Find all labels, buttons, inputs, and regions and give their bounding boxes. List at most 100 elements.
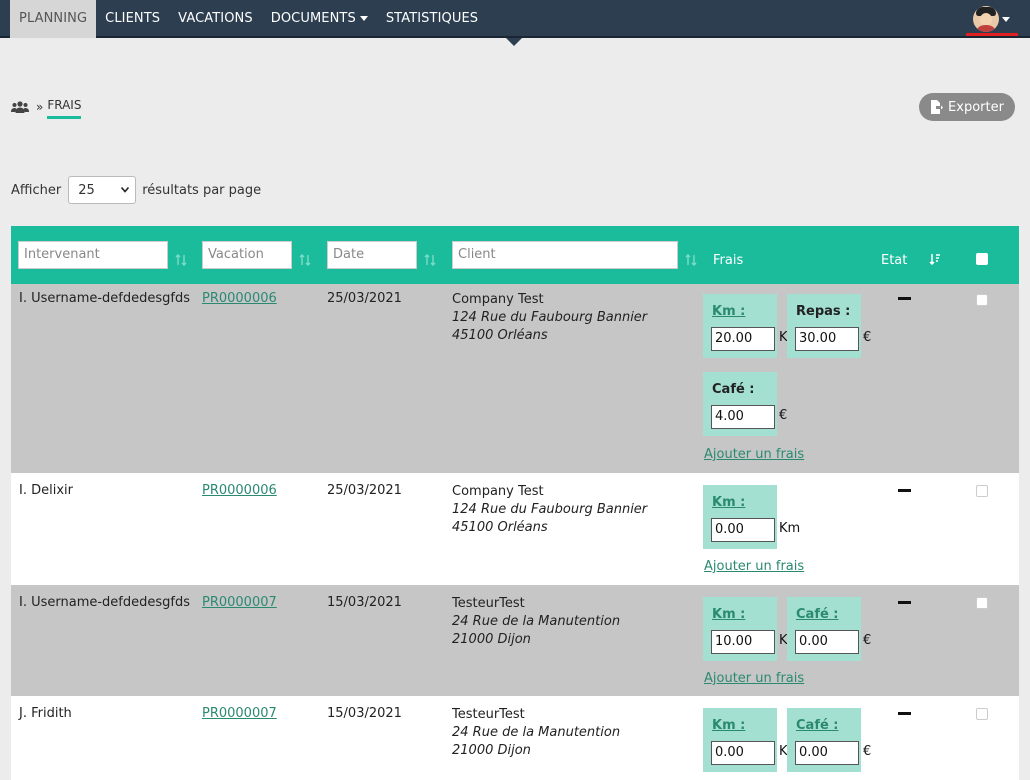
filter-client-input[interactable]: Client bbox=[452, 241, 678, 269]
row-intervenant: I. Delixir bbox=[19, 483, 73, 498]
table-header: Intervenant Vacation Date Client Frais E… bbox=[11, 226, 1019, 284]
table-row: I. Username-defdedesgfds PR0000006 25/03… bbox=[11, 284, 1019, 473]
row-vacation-link[interactable]: PR0000006 bbox=[202, 483, 277, 498]
sort-icon[interactable] bbox=[424, 254, 436, 266]
client-city: 45100 Orléans bbox=[452, 328, 548, 343]
frais-cafe-unit: € bbox=[863, 744, 872, 759]
row-vacation-link[interactable]: PR0000006 bbox=[202, 291, 277, 306]
users-icon[interactable] bbox=[11, 100, 29, 113]
table-row: J. Fridith PR0000007 15/03/2021 TesteurT… bbox=[11, 696, 1019, 780]
row-client: Company Test 124 Rue du Faubourg Bannier… bbox=[452, 291, 647, 345]
frais-km: Km : 0.00 bbox=[703, 485, 777, 549]
frais-km-label[interactable]: Km : bbox=[712, 495, 745, 510]
etat-dash bbox=[898, 489, 911, 492]
nav-item-planning[interactable]: PLANNING bbox=[10, 0, 97, 38]
breadcrumb-current: FRAIS bbox=[47, 98, 82, 119]
frais-cafe-input[interactable]: 0.00 bbox=[795, 630, 859, 654]
frais-table: Intervenant Vacation Date Client Frais E… bbox=[11, 226, 1019, 780]
client-city: 45100 Orléans bbox=[452, 520, 548, 535]
client-street: 24 Rue de la Manutention bbox=[452, 725, 621, 740]
frais-cafe: Café : 0.00 bbox=[787, 597, 861, 661]
table-row: I. Username-defdedesgfds PR0000007 15/03… bbox=[11, 585, 1019, 696]
add-frais-link[interactable]: Ajouter un frais bbox=[704, 447, 804, 462]
frais-repas-label: Repas : bbox=[796, 304, 851, 319]
breadcrumb: » FRAIS bbox=[11, 94, 82, 119]
export-button[interactable]: Exporter bbox=[919, 93, 1015, 121]
length-prefix: Afficher bbox=[11, 182, 62, 198]
client-name: TesteurTest bbox=[452, 596, 525, 611]
sort-desc-icon[interactable] bbox=[929, 253, 941, 265]
frais-cafe-unit: € bbox=[779, 408, 788, 423]
nav-item-documents[interactable]: DOCUMENTS bbox=[262, 0, 377, 38]
frais-list: Km : 10.00 K Café : 0.00 € bbox=[703, 597, 883, 667]
user-avatar[interactable] bbox=[973, 6, 999, 32]
client-name: Company Test bbox=[452, 484, 544, 499]
add-frais-link[interactable]: Ajouter un frais bbox=[704, 559, 804, 574]
row-intervenant: I. Username-defdedesgfds bbox=[19, 595, 191, 610]
etat-dash bbox=[898, 712, 911, 715]
frais-cafe-input[interactable]: 4.00 bbox=[711, 405, 775, 429]
nav-item-statistiques[interactable]: STATISTIQUES bbox=[377, 0, 487, 38]
frais-cafe-label[interactable]: Café : bbox=[796, 607, 839, 622]
row-checkbox[interactable] bbox=[976, 485, 988, 497]
client-name: TesteurTest bbox=[452, 707, 525, 722]
table-row: I. Delixir PR0000006 25/03/2021 Company … bbox=[11, 473, 1019, 585]
nav-item-clients[interactable]: CLIENTS bbox=[96, 0, 169, 38]
nav-menu: PLANNING CLIENTS VACATIONS DOCUMENTS STA… bbox=[10, 0, 487, 38]
frais-km-input[interactable]: 0.00 bbox=[711, 741, 775, 765]
client-street: 124 Rue du Faubourg Bannier bbox=[452, 310, 648, 325]
row-intervenant: I. Username-defdedesgfds bbox=[19, 291, 191, 306]
sort-icon[interactable] bbox=[299, 254, 311, 266]
frais-km: Km : 20.00 bbox=[703, 294, 777, 358]
client-street: 24 Rue de la Manutention bbox=[452, 614, 621, 629]
row-date: 25/03/2021 bbox=[327, 483, 402, 498]
sort-icon[interactable] bbox=[175, 254, 187, 266]
row-vacation-link[interactable]: PR0000007 bbox=[202, 595, 277, 610]
chevron-down-icon bbox=[1002, 17, 1010, 22]
breadcrumb-separator: » bbox=[36, 99, 44, 114]
nav-item-vacations[interactable]: VACATIONS bbox=[169, 0, 262, 38]
filter-intervenant-input[interactable]: Intervenant bbox=[18, 241, 168, 269]
frais-km-label[interactable]: Km : bbox=[712, 607, 745, 622]
client-street: 124 Rue du Faubourg Bannier bbox=[452, 502, 648, 517]
frais-cafe: Café : 0.00 bbox=[787, 708, 861, 772]
user-menu[interactable] bbox=[966, 4, 1018, 36]
sort-icon[interactable] bbox=[685, 254, 697, 266]
frais-cafe-input[interactable]: 0.00 bbox=[795, 741, 859, 765]
active-nav-pointer bbox=[506, 38, 522, 46]
frais-list: Km : 0.00 Km bbox=[703, 485, 883, 555]
filter-date-input[interactable]: Date bbox=[327, 241, 417, 269]
add-frais-link[interactable]: Ajouter un frais bbox=[704, 671, 804, 686]
row-client: TesteurTest 24 Rue de la Manutention 210… bbox=[452, 706, 620, 760]
row-intervenant: J. Fridith bbox=[19, 706, 72, 721]
frais-list: Km : 0.00 K Café : 0.00 € bbox=[703, 708, 883, 778]
frais-km-label[interactable]: Km : bbox=[712, 718, 745, 733]
page-length-value: 25 bbox=[78, 182, 95, 198]
header-etat[interactable]: Etat bbox=[881, 253, 907, 268]
client-name: Company Test bbox=[452, 292, 544, 307]
select-all-checkbox[interactable] bbox=[976, 253, 988, 265]
row-vacation-link[interactable]: PR0000007 bbox=[202, 706, 277, 721]
frais-km-label[interactable]: Km : bbox=[712, 304, 745, 319]
frais-km-input[interactable]: 20.00 bbox=[711, 327, 775, 351]
frais-km-input[interactable]: 0.00 bbox=[711, 518, 775, 542]
frais-km-unit: Km bbox=[779, 521, 801, 536]
row-date: 15/03/2021 bbox=[327, 595, 402, 610]
client-city: 21000 Dijon bbox=[452, 743, 531, 758]
frais-km: Km : 0.00 bbox=[703, 708, 777, 772]
page-length-control: Afficher 25 résultats par page bbox=[11, 176, 261, 204]
frais-cafe-label: Café : bbox=[712, 382, 755, 397]
frais-cafe: Café : 4.00 bbox=[703, 372, 777, 436]
frais-km-input[interactable]: 10.00 bbox=[711, 630, 775, 654]
file-export-icon bbox=[931, 99, 944, 114]
page-length-select[interactable]: 25 bbox=[68, 176, 137, 204]
row-client: Company Test 124 Rue du Faubourg Bannier… bbox=[452, 483, 647, 537]
header-frais: Frais bbox=[713, 253, 744, 268]
frais-cafe-label[interactable]: Café : bbox=[796, 718, 839, 733]
row-checkbox[interactable] bbox=[976, 597, 988, 609]
frais-repas-input[interactable]: 30.00 bbox=[795, 327, 859, 351]
row-checkbox[interactable] bbox=[976, 294, 988, 306]
filter-vacation-input[interactable]: Vacation bbox=[202, 241, 292, 269]
row-checkbox[interactable] bbox=[976, 708, 988, 720]
client-city: 21000 Dijon bbox=[452, 632, 531, 647]
